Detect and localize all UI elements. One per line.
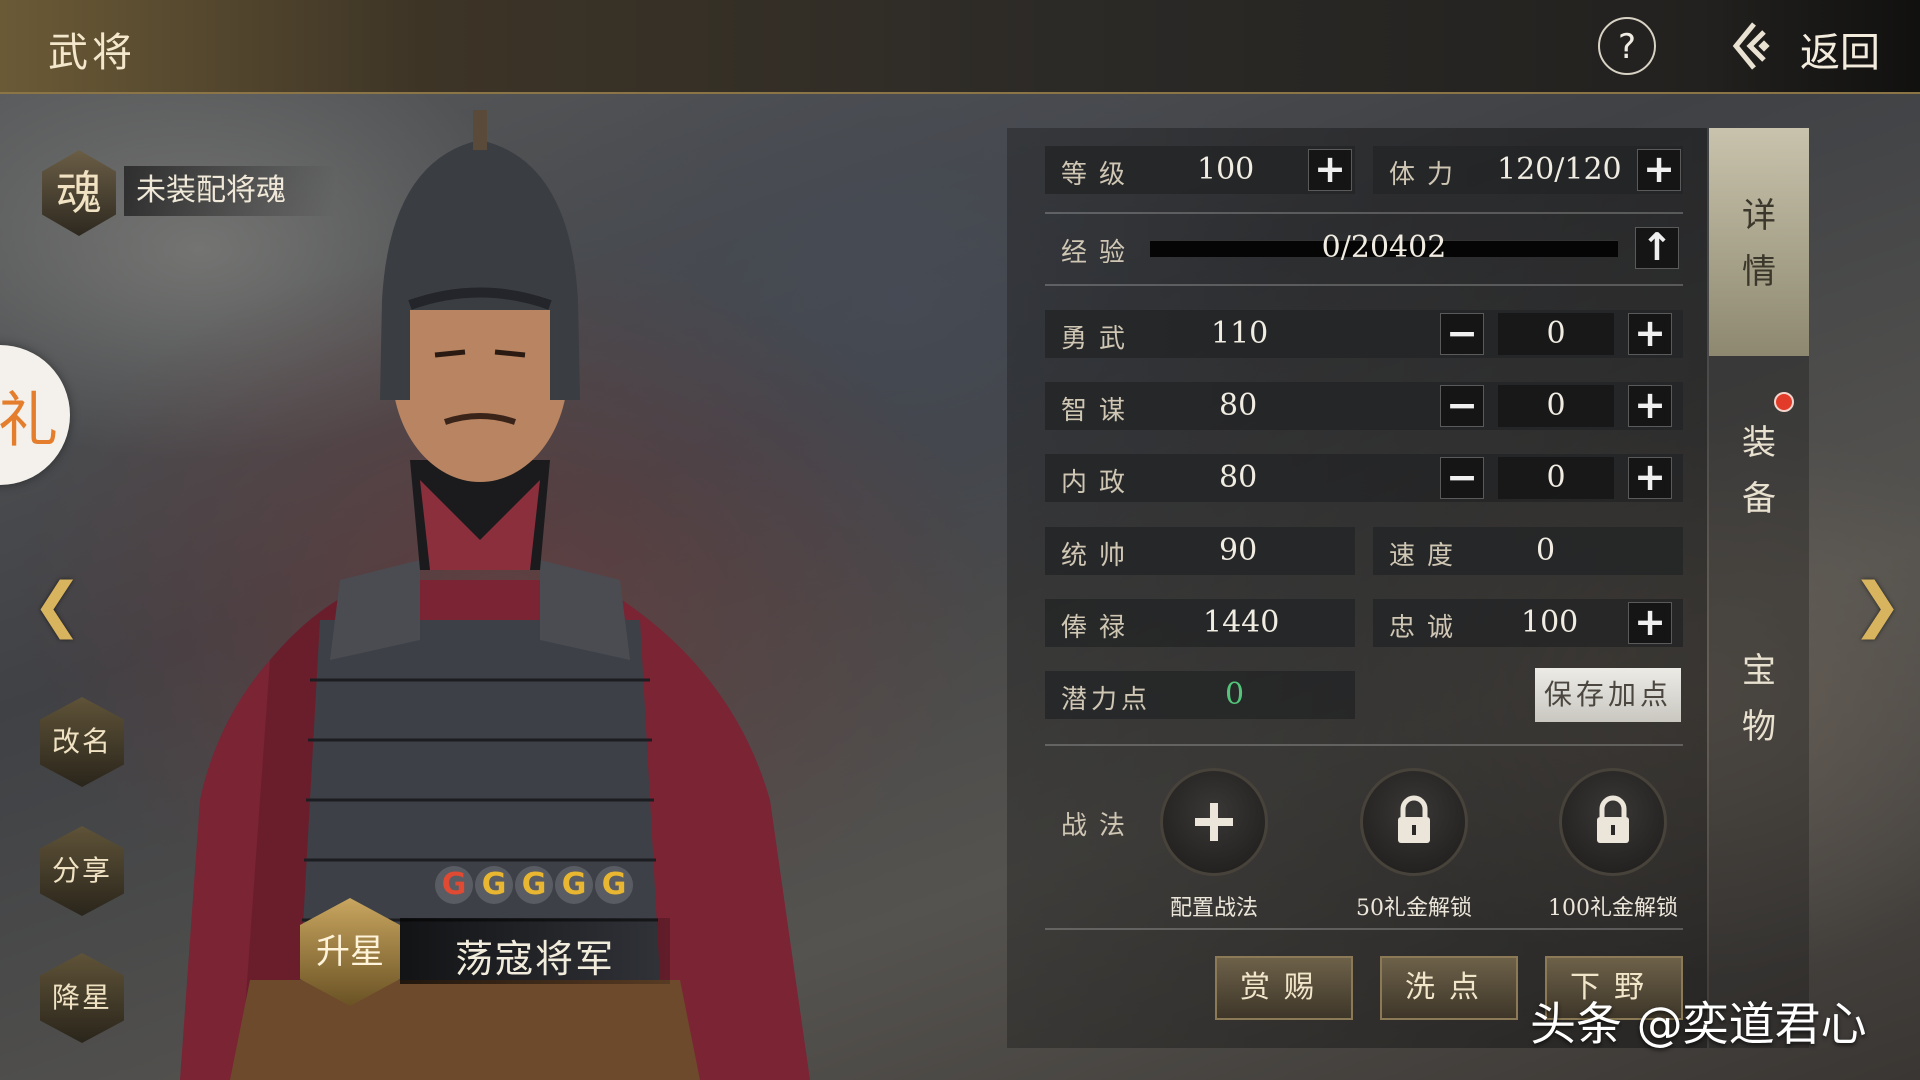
salary-label: 俸禄 — [1061, 613, 1138, 643]
speed-row: 速度 0 — [1373, 527, 1683, 575]
loyalty-value: 100 — [1521, 605, 1579, 640]
divider — [1045, 212, 1683, 214]
politics-label: 内政 — [1061, 468, 1138, 498]
top-bar: 武将 ? 返回 — [0, 0, 1920, 94]
notification-dot — [1774, 392, 1794, 412]
stamina-value: 120/120 — [1497, 152, 1622, 187]
tactic-slot-locked[interactable] — [1360, 768, 1468, 876]
politics-value: 80 — [1219, 460, 1258, 495]
command-label: 统帅 — [1061, 541, 1138, 571]
valor-label: 勇武 — [1061, 324, 1138, 354]
divider — [1045, 284, 1683, 286]
rename-button[interactable]: 改名 — [40, 697, 124, 787]
tactic-slot-caption: 100礼金解锁 — [1548, 896, 1678, 921]
reset-points-button[interactable]: 洗点 — [1380, 956, 1518, 1020]
stamina-label: 体力 — [1389, 160, 1466, 190]
lock-icon — [1398, 795, 1430, 843]
share-button[interactable]: 分享 — [40, 826, 124, 916]
star-icon: G — [595, 866, 633, 904]
gift-badge-glyph: 礼 — [0, 386, 58, 456]
back-button[interactable]: 返回 — [1700, 0, 1920, 92]
politics-plus-button[interactable]: + — [1628, 457, 1672, 499]
politics-minus-button[interactable]: − — [1440, 457, 1484, 499]
strategy-label: 智谋 — [1061, 396, 1138, 426]
prev-general-arrow-icon[interactable]: ❮ — [32, 570, 82, 640]
save-points-button[interactable]: 保存加点 — [1535, 668, 1681, 722]
strategy-value: 80 — [1219, 388, 1258, 423]
valor-value: 110 — [1211, 316, 1269, 351]
command-value: 90 — [1219, 533, 1258, 568]
help-button[interactable]: ? — [1598, 17, 1656, 75]
stamina-plus-button[interactable]: + — [1637, 149, 1681, 191]
tab-treasure-char: 宝 — [1742, 651, 1776, 691]
strategy-plus-button[interactable]: + — [1628, 385, 1672, 427]
star-icon: G — [475, 866, 513, 904]
tactic-slot-configure[interactable] — [1160, 768, 1268, 876]
tactic-slot-caption: 50礼金解锁 — [1356, 896, 1472, 921]
tab-treasure-char: 物 — [1742, 707, 1776, 747]
reward-button[interactable]: 赏赐 — [1215, 956, 1353, 1020]
level-value: 100 — [1197, 152, 1255, 187]
level-plus-button[interactable]: + — [1308, 149, 1352, 191]
watermark: 头条 @奕道君心 — [1530, 997, 1867, 1051]
tab-treasure[interactable]: 宝 物 — [1709, 643, 1809, 755]
politics-alloc-input[interactable]: 0 — [1498, 457, 1614, 499]
potential-label: 潜力点 — [1061, 685, 1152, 715]
salary-value: 1440 — [1203, 605, 1280, 640]
next-general-arrow-icon[interactable]: ❯ — [1852, 570, 1902, 640]
back-arrow-icon — [1732, 22, 1770, 70]
exp-up-arrow-button[interactable]: ↑ — [1635, 227, 1679, 269]
command-row: 统帅 90 — [1045, 527, 1355, 575]
tab-detail[interactable]: 详 情 — [1709, 128, 1809, 356]
page-title: 武将 — [48, 30, 136, 76]
tab-detail-char: 详 — [1742, 196, 1776, 236]
valor-plus-button[interactable]: + — [1628, 313, 1672, 355]
loyalty-plus-button[interactable]: + — [1628, 602, 1672, 644]
speed-value: 0 — [1536, 533, 1556, 568]
star-icon: G — [555, 866, 593, 904]
strategy-minus-button[interactable]: − — [1440, 385, 1484, 427]
divider — [1045, 744, 1683, 746]
plus-icon — [1195, 803, 1233, 841]
divider — [1045, 928, 1683, 930]
salary-row: 俸禄 1440 — [1045, 599, 1355, 647]
general-name: 荡寇将军 — [455, 937, 616, 981]
strategy-alloc-input[interactable]: 0 — [1498, 385, 1614, 427]
potential-value: 0 — [1225, 677, 1245, 712]
tactics-label: 战法 — [1061, 811, 1138, 841]
exp-label: 经验 — [1061, 238, 1138, 268]
tactic-slot-locked[interactable] — [1559, 768, 1667, 876]
exp-value: 0/20402 — [1321, 230, 1447, 265]
potential-row: 潜力点 0 — [1045, 671, 1355, 719]
back-label: 返回 — [1800, 30, 1880, 76]
valor-minus-button[interactable]: − — [1440, 313, 1484, 355]
tab-equipment-char: 装 — [1742, 423, 1776, 463]
downgrade-star-button[interactable]: 降星 — [40, 953, 124, 1043]
loyalty-label: 忠诚 — [1389, 613, 1466, 643]
lock-icon — [1597, 795, 1629, 843]
star-icon: G — [515, 866, 553, 904]
tab-detail-char: 情 — [1742, 252, 1776, 292]
valor-alloc-input[interactable]: 0 — [1498, 313, 1614, 355]
tab-equipment-char: 备 — [1742, 479, 1776, 519]
star-rating: G G G G G — [435, 866, 633, 904]
star-icon: G — [435, 866, 473, 904]
tab-equipment[interactable]: 装 备 — [1709, 415, 1809, 527]
speed-label: 速度 — [1389, 541, 1466, 571]
level-label: 等级 — [1061, 160, 1138, 190]
soul-badge[interactable]: 魂 — [42, 150, 116, 236]
tactic-slot-caption: 配置战法 — [1169, 896, 1258, 921]
